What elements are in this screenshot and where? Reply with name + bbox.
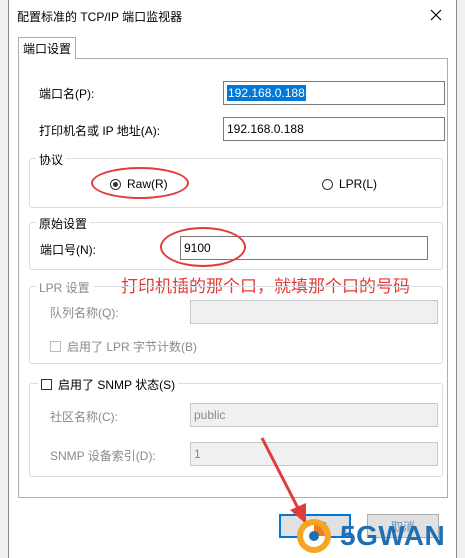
tab-port-settings[interactable]: 端口设置: [18, 37, 76, 59]
watermark-text: 5GWAN: [340, 519, 446, 551]
tab-label: 端口设置: [22, 42, 71, 56]
watermark: 5GWAN: [294, 513, 464, 558]
arrow-annotation-icon: [260, 437, 306, 524]
logo-icon: [297, 518, 331, 553]
